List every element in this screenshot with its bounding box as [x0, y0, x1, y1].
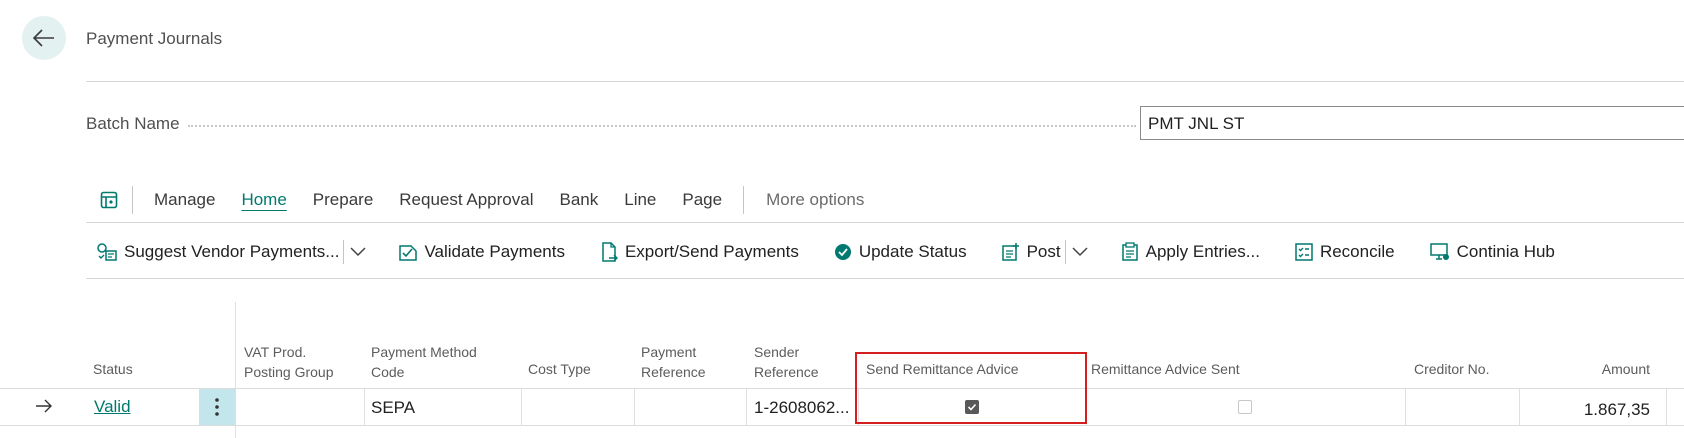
- tab-manage[interactable]: Manage: [141, 184, 228, 216]
- suggest-vendor-payments-button[interactable]: Suggest Vendor Payments...: [96, 242, 339, 262]
- command-bar-divider: [86, 278, 1684, 279]
- reconcile-icon: [1295, 243, 1313, 261]
- column-header-creditor-no[interactable]: Creditor No.: [1414, 359, 1489, 379]
- payment-method-code-cell[interactable]: SEPA: [371, 398, 415, 418]
- continia-hub-icon: [1429, 243, 1449, 260]
- continia-hub-label: Continia Hub: [1456, 242, 1555, 261]
- column-header-line: Sender: [754, 344, 800, 360]
- apply-entries-icon: [1121, 242, 1138, 261]
- tab-prepare[interactable]: Prepare: [300, 184, 386, 216]
- batch-name-leader: [188, 125, 1136, 127]
- action-bar-divider: [132, 186, 133, 214]
- column-header-sender-reference[interactable]: Sender Reference: [754, 342, 819, 382]
- reconcile-label: Reconcile: [1319, 242, 1395, 261]
- export-document-icon: [602, 242, 618, 262]
- post-button[interactable]: Post: [1001, 242, 1061, 262]
- current-row-indicator-icon: [35, 399, 53, 418]
- header-divider: [86, 81, 1684, 82]
- chevron-down-icon: [350, 247, 366, 257]
- validate-icon: [399, 245, 418, 261]
- export-send-payments-button[interactable]: Export/Send Payments: [599, 242, 799, 262]
- apply-entries-button[interactable]: Apply Entries...: [1120, 242, 1260, 262]
- arrow-left-icon: [33, 29, 54, 47]
- column-header-line: Reference: [754, 364, 819, 380]
- column-header-cost-type[interactable]: Cost Type: [528, 359, 591, 379]
- post-icon: [1001, 243, 1019, 261]
- remittance-advice-sent-checkbox: [1238, 400, 1252, 414]
- cell-divider: [635, 389, 747, 425]
- column-header-remittance-advice-sent[interactable]: Remittance Advice Sent: [1091, 359, 1240, 379]
- tab-bank[interactable]: Bank: [546, 184, 611, 216]
- batch-name-label: Batch Name: [86, 114, 180, 133]
- column-header-payment-reference[interactable]: Payment Reference: [641, 342, 706, 382]
- column-header-line: Posting Group: [244, 364, 334, 380]
- column-header-vat-prod-posting-group[interactable]: VAT Prod. Posting Group: [244, 342, 334, 382]
- update-status-button[interactable]: Update Status: [833, 242, 967, 262]
- column-header-line: Payment Method: [371, 344, 477, 360]
- column-header-line: Payment: [641, 344, 697, 360]
- update-status-icon: [834, 244, 851, 260]
- tab-home[interactable]: Home: [228, 184, 299, 216]
- grid-row-bottom-line: [0, 425, 1684, 426]
- column-header-amount[interactable]: Amount: [1580, 359, 1650, 379]
- page-layout-icon[interactable]: [86, 191, 124, 209]
- amount-cell[interactable]: 1.867,35: [1530, 400, 1650, 420]
- column-header-line: VAT Prod.: [244, 344, 307, 360]
- page-title: Payment Journals: [86, 29, 223, 48]
- sender-reference-cell[interactable]: 1-2608062...: [754, 398, 849, 418]
- continia-hub-button[interactable]: Continia Hub: [1429, 242, 1555, 262]
- cell-divider: [522, 389, 635, 425]
- back-button[interactable]: [22, 16, 66, 60]
- suggest-payments-icon: [97, 243, 117, 261]
- cell-divider: [1406, 389, 1520, 425]
- validate-payments-label: Validate Payments: [424, 242, 565, 261]
- post-dropdown[interactable]: [1064, 240, 1088, 264]
- apply-entries-label: Apply Entries...: [1145, 242, 1260, 261]
- batch-name-field[interactable]: PMT JNL ST: [1140, 106, 1684, 140]
- post-label: Post: [1026, 242, 1061, 261]
- action-bar: Manage Home Prepare Request Approval Ban…: [86, 184, 877, 216]
- export-send-payments-label: Export/Send Payments: [624, 242, 799, 261]
- suggest-vendor-payments-label: Suggest Vendor Payments...: [124, 242, 340, 261]
- command-bar: Suggest Vendor Payments... Validate Paym…: [96, 236, 1589, 268]
- more-options-button[interactable]: More options: [752, 184, 877, 216]
- column-header-line: Reference: [641, 364, 706, 380]
- tab-request-approval[interactable]: Request Approval: [386, 184, 546, 216]
- row-actions-button[interactable]: [199, 389, 235, 425]
- more-vertical-icon: [215, 398, 219, 416]
- status-cell[interactable]: Valid: [94, 397, 131, 417]
- tab-line[interactable]: Line: [611, 184, 669, 216]
- column-header-status[interactable]: Status: [93, 359, 133, 379]
- update-status-label: Update Status: [858, 242, 967, 261]
- validate-payments-button[interactable]: Validate Payments: [398, 242, 565, 262]
- suggest-vendor-payments-dropdown[interactable]: [343, 240, 366, 264]
- status-link[interactable]: Valid: [94, 397, 131, 416]
- cell-divider: [236, 389, 365, 425]
- action-bar-divider-line: [86, 222, 1684, 223]
- tab-page[interactable]: Page: [669, 184, 735, 216]
- highlight-box: [855, 352, 1087, 424]
- action-bar-divider-2: [743, 186, 745, 214]
- column-header-payment-method-code[interactable]: Payment Method Code: [371, 342, 477, 382]
- chevron-down-icon: [1072, 247, 1088, 257]
- reconcile-button[interactable]: Reconcile: [1294, 242, 1395, 262]
- column-header-line: Code: [371, 364, 405, 380]
